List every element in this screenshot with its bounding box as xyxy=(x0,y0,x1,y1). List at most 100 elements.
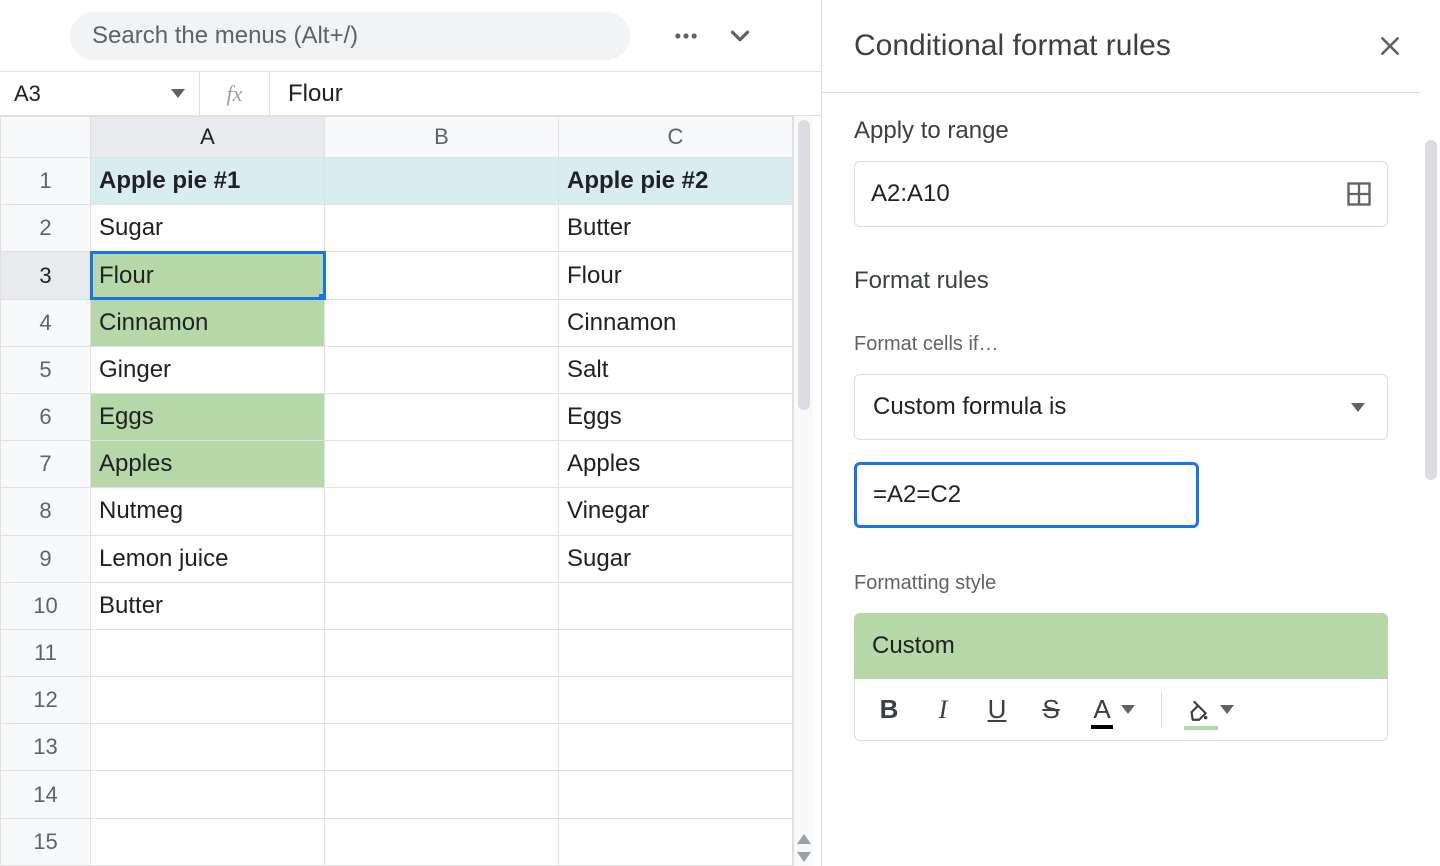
cell[interactable] xyxy=(91,771,325,818)
cell[interactable] xyxy=(325,629,559,676)
row-header[interactable]: 4 xyxy=(1,299,91,346)
cell[interactable]: Sugar xyxy=(559,535,793,582)
row-header[interactable]: 14 xyxy=(1,771,91,818)
spreadsheet-grid[interactable]: ABC1Apple pie #1Apple pie #22SugarButter… xyxy=(0,116,793,866)
formula-input[interactable]: Flour xyxy=(270,80,821,108)
column-header[interactable]: A xyxy=(91,117,325,158)
cell[interactable]: Cinnamon xyxy=(559,299,793,346)
cell[interactable] xyxy=(559,677,793,724)
text-color-button[interactable]: A xyxy=(1079,686,1149,734)
strikethrough-button[interactable]: S xyxy=(1025,686,1077,734)
cell[interactable] xyxy=(559,724,793,771)
custom-formula-input[interactable]: =A2=C2 xyxy=(854,462,1199,528)
formatting-style-label: Formatting style xyxy=(854,572,1388,595)
cell[interactable]: Vinegar xyxy=(559,488,793,535)
select-range-icon[interactable] xyxy=(1345,180,1373,208)
italic-button[interactable]: I xyxy=(917,686,969,734)
scroll-down-icon[interactable] xyxy=(797,852,811,862)
main-toolbar: Search the menus (Alt+/) xyxy=(0,0,821,72)
cell[interactable]: Salt xyxy=(559,346,793,393)
cell[interactable] xyxy=(91,724,325,771)
vertical-scrollbar[interactable] xyxy=(793,116,813,866)
row-header[interactable]: 8 xyxy=(1,488,91,535)
cell[interactable]: Eggs xyxy=(559,393,793,440)
row-header[interactable]: 3 xyxy=(1,252,91,299)
cell[interactable]: Apples xyxy=(559,441,793,488)
scrollbar-thumb[interactable] xyxy=(798,120,810,410)
more-menu-button[interactable] xyxy=(664,14,708,58)
cell[interactable]: Butter xyxy=(559,205,793,252)
row-header[interactable]: 5 xyxy=(1,346,91,393)
style-preview-text: Custom xyxy=(872,632,955,660)
bold-button[interactable]: B xyxy=(863,686,915,734)
cell[interactable] xyxy=(325,488,559,535)
row-header[interactable]: 1 xyxy=(1,158,91,205)
menu-search[interactable]: Search the menus (Alt+/) xyxy=(70,12,630,60)
apply-range-value: A2:A10 xyxy=(871,180,1333,208)
panel-scrollbar-thumb[interactable] xyxy=(1425,140,1437,480)
panel-scrollbar[interactable] xyxy=(1422,140,1440,620)
cell[interactable] xyxy=(91,629,325,676)
toolbar-separator xyxy=(1161,692,1162,728)
cell[interactable] xyxy=(325,771,559,818)
scroll-up-icon[interactable] xyxy=(797,834,811,844)
cell[interactable]: Butter xyxy=(91,582,325,629)
cell[interactable] xyxy=(91,677,325,724)
row-header[interactable]: 2 xyxy=(1,205,91,252)
cell[interactable]: Nutmeg xyxy=(91,488,325,535)
condition-select[interactable]: Custom formula is xyxy=(854,374,1388,440)
cell[interactable] xyxy=(325,158,559,205)
cell[interactable]: Flour xyxy=(559,252,793,299)
cell[interactable] xyxy=(325,299,559,346)
cell[interactable]: Apple pie #1 xyxy=(91,158,325,205)
cell[interactable]: Apples xyxy=(91,441,325,488)
cell[interactable] xyxy=(559,582,793,629)
select-all-corner[interactable] xyxy=(1,117,91,158)
cell[interactable] xyxy=(325,205,559,252)
cell[interactable] xyxy=(325,677,559,724)
fill-color-button[interactable] xyxy=(1174,686,1244,734)
cell[interactable] xyxy=(325,252,559,299)
close-panel-button[interactable] xyxy=(1368,24,1412,68)
row-header[interactable]: 9 xyxy=(1,535,91,582)
format-cells-if-label: Format cells if… xyxy=(854,333,1388,356)
row-header[interactable]: 11 xyxy=(1,629,91,676)
collapse-toolbar-button[interactable] xyxy=(718,14,762,58)
column-header[interactable]: B xyxy=(325,117,559,158)
cell[interactable] xyxy=(559,818,793,865)
row-header[interactable]: 7 xyxy=(1,441,91,488)
cell[interactable]: Lemon juice xyxy=(91,535,325,582)
row-header[interactable]: 15 xyxy=(1,818,91,865)
row-header[interactable]: 12 xyxy=(1,677,91,724)
row-header[interactable]: 6 xyxy=(1,393,91,440)
cell[interactable] xyxy=(325,818,559,865)
cell[interactable]: Cinnamon xyxy=(91,299,325,346)
cell[interactable] xyxy=(559,629,793,676)
cell[interactable] xyxy=(559,771,793,818)
style-preview[interactable]: Custom xyxy=(854,613,1388,679)
cell[interactable] xyxy=(325,393,559,440)
cell[interactable] xyxy=(325,441,559,488)
row-header[interactable]: 10 xyxy=(1,582,91,629)
chevron-down-icon xyxy=(1121,705,1135,714)
underline-button[interactable]: U xyxy=(971,686,1023,734)
row-header[interactable]: 13 xyxy=(1,724,91,771)
formatting-toolbar: B I U S A xyxy=(854,679,1388,741)
cell[interactable] xyxy=(325,724,559,771)
column-header[interactable]: C xyxy=(559,117,793,158)
cell[interactable] xyxy=(325,582,559,629)
close-icon xyxy=(1377,33,1403,59)
cell[interactable]: Flour xyxy=(91,252,325,299)
cell[interactable]: Eggs xyxy=(91,393,325,440)
chevron-down-icon xyxy=(1220,705,1234,714)
cell[interactable]: Ginger xyxy=(91,346,325,393)
name-box[interactable]: A3 xyxy=(0,72,200,115)
cell[interactable]: Apple pie #2 xyxy=(559,158,793,205)
formula-bar: A3 fx Flour xyxy=(0,72,821,116)
apply-range-input[interactable]: A2:A10 xyxy=(854,161,1388,227)
cell[interactable] xyxy=(325,535,559,582)
panel-title: Conditional format rules xyxy=(854,29,1171,63)
cell[interactable] xyxy=(325,346,559,393)
cell[interactable] xyxy=(91,818,325,865)
cell[interactable]: Sugar xyxy=(91,205,325,252)
